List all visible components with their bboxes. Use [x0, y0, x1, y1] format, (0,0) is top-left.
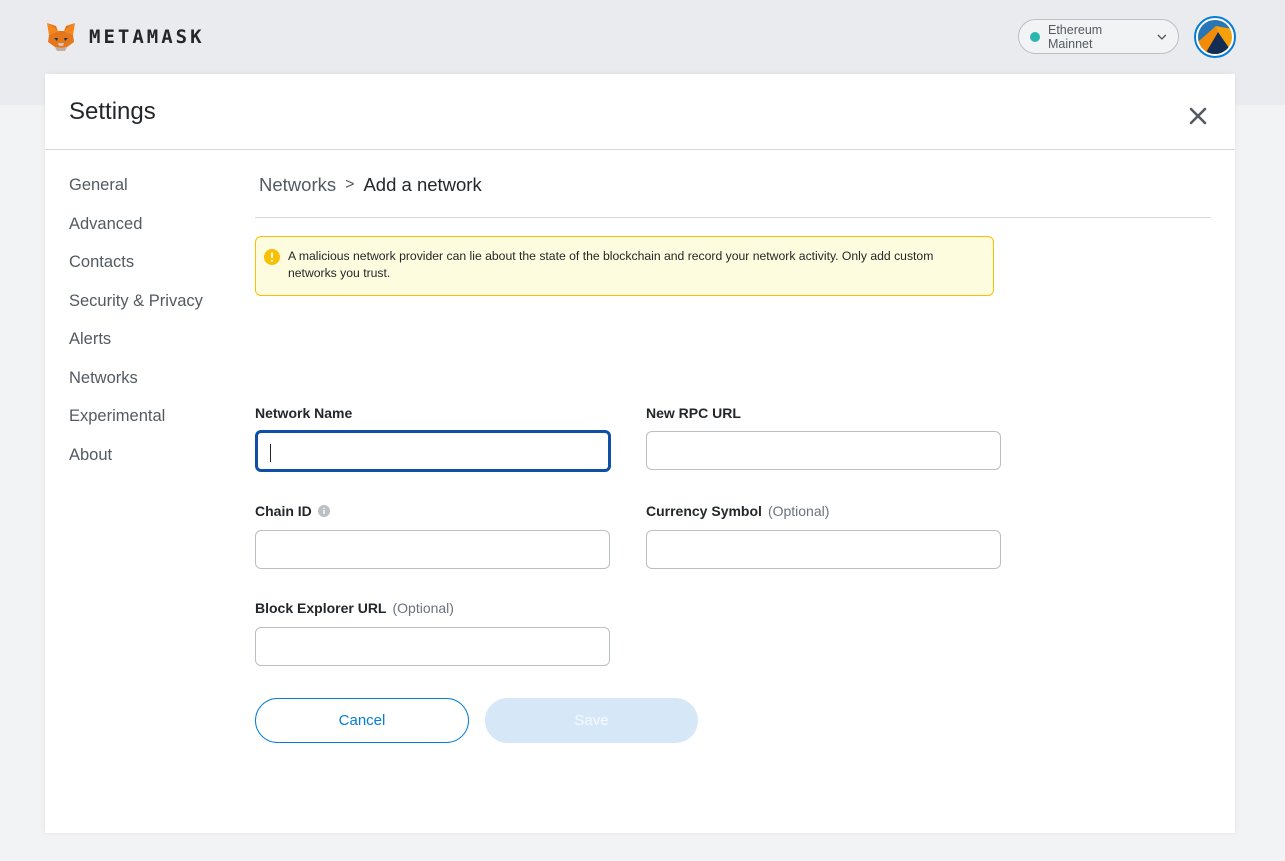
chain-id-label: Chain ID: [255, 503, 330, 519]
currency-symbol-label-text: Currency Symbol: [646, 503, 762, 519]
section-divider: [255, 217, 1211, 218]
optional-tag: (Optional): [767, 503, 830, 519]
currency-symbol-input[interactable]: [646, 530, 1001, 569]
sidebar-item-about[interactable]: About: [69, 444, 249, 483]
brand-wordmark: METAMASK: [89, 26, 205, 48]
sidebar-item-contacts[interactable]: Contacts: [69, 251, 249, 290]
metamask-logo[interactable]: METAMASK: [45, 20, 205, 54]
sidebar-item-experimental[interactable]: Experimental: [69, 405, 249, 444]
settings-header: Settings: [45, 74, 1235, 150]
page-title: Settings: [69, 98, 156, 125]
sidebar-item-alerts[interactable]: Alerts: [69, 328, 249, 367]
breadcrumb: Networks > Add a network: [259, 174, 482, 196]
network-name: Ethereum Mainnet: [1048, 22, 1103, 51]
sidebar-item-general[interactable]: General: [69, 174, 249, 213]
block-explorer-input[interactable]: [255, 627, 610, 666]
network-name-label: Network Name: [255, 405, 352, 421]
network-name-label-text: Network Name: [255, 405, 353, 421]
fox-icon: [47, 23, 75, 51]
close-icon[interactable]: [1187, 105, 1209, 127]
optional-tag: (Optional): [392, 600, 454, 616]
sidebar-item-networks[interactable]: Networks: [69, 367, 249, 406]
currency-symbol-label: Currency Symbol (Optional): [646, 503, 829, 519]
chain-id-label-text: Chain ID: [255, 503, 312, 519]
rpc-url-label: New RPC URL: [646, 405, 741, 421]
rpc-url-label-text: New RPC URL: [646, 405, 741, 421]
rpc-url-input[interactable]: [646, 431, 1001, 470]
security-warning-banner: A malicious network provider can lie abo…: [255, 236, 994, 296]
block-explorer-label-text: Block Explorer URL: [255, 600, 387, 616]
network-status-dot: [1030, 31, 1040, 42]
chevron-down-icon: [1157, 34, 1167, 40]
sidebar-item-security-privacy[interactable]: Security & Privacy: [69, 290, 249, 329]
breadcrumb-separator: >: [345, 176, 355, 193]
settings-sidebar: General Advanced Contacts Security & Pri…: [69, 174, 249, 482]
info-icon[interactable]: [317, 505, 330, 517]
save-button[interactable]: Save: [485, 698, 698, 743]
identicon: [1198, 20, 1232, 54]
chain-id-input[interactable]: [255, 530, 610, 569]
warning-text: A malicious network provider can lie abo…: [288, 249, 934, 280]
block-explorer-label: Block Explorer URL (Optional): [255, 600, 454, 616]
account-avatar[interactable]: [1194, 16, 1236, 58]
add-network-content: Networks > Add a network A malicious net…: [255, 150, 1211, 833]
cancel-button[interactable]: Cancel: [255, 698, 469, 743]
breadcrumb-networks-link[interactable]: Networks: [259, 174, 336, 196]
breadcrumb-current: Add a network: [363, 174, 482, 195]
text-caret: [270, 444, 271, 462]
network-selector[interactable]: Ethereum Mainnet: [1018, 19, 1179, 54]
settings-panel: Settings General Advanced Contacts Secur…: [45, 74, 1235, 833]
network-name-input[interactable]: [255, 430, 611, 472]
sidebar-item-advanced[interactable]: Advanced: [69, 213, 249, 252]
info-warning-icon: [264, 249, 280, 265]
